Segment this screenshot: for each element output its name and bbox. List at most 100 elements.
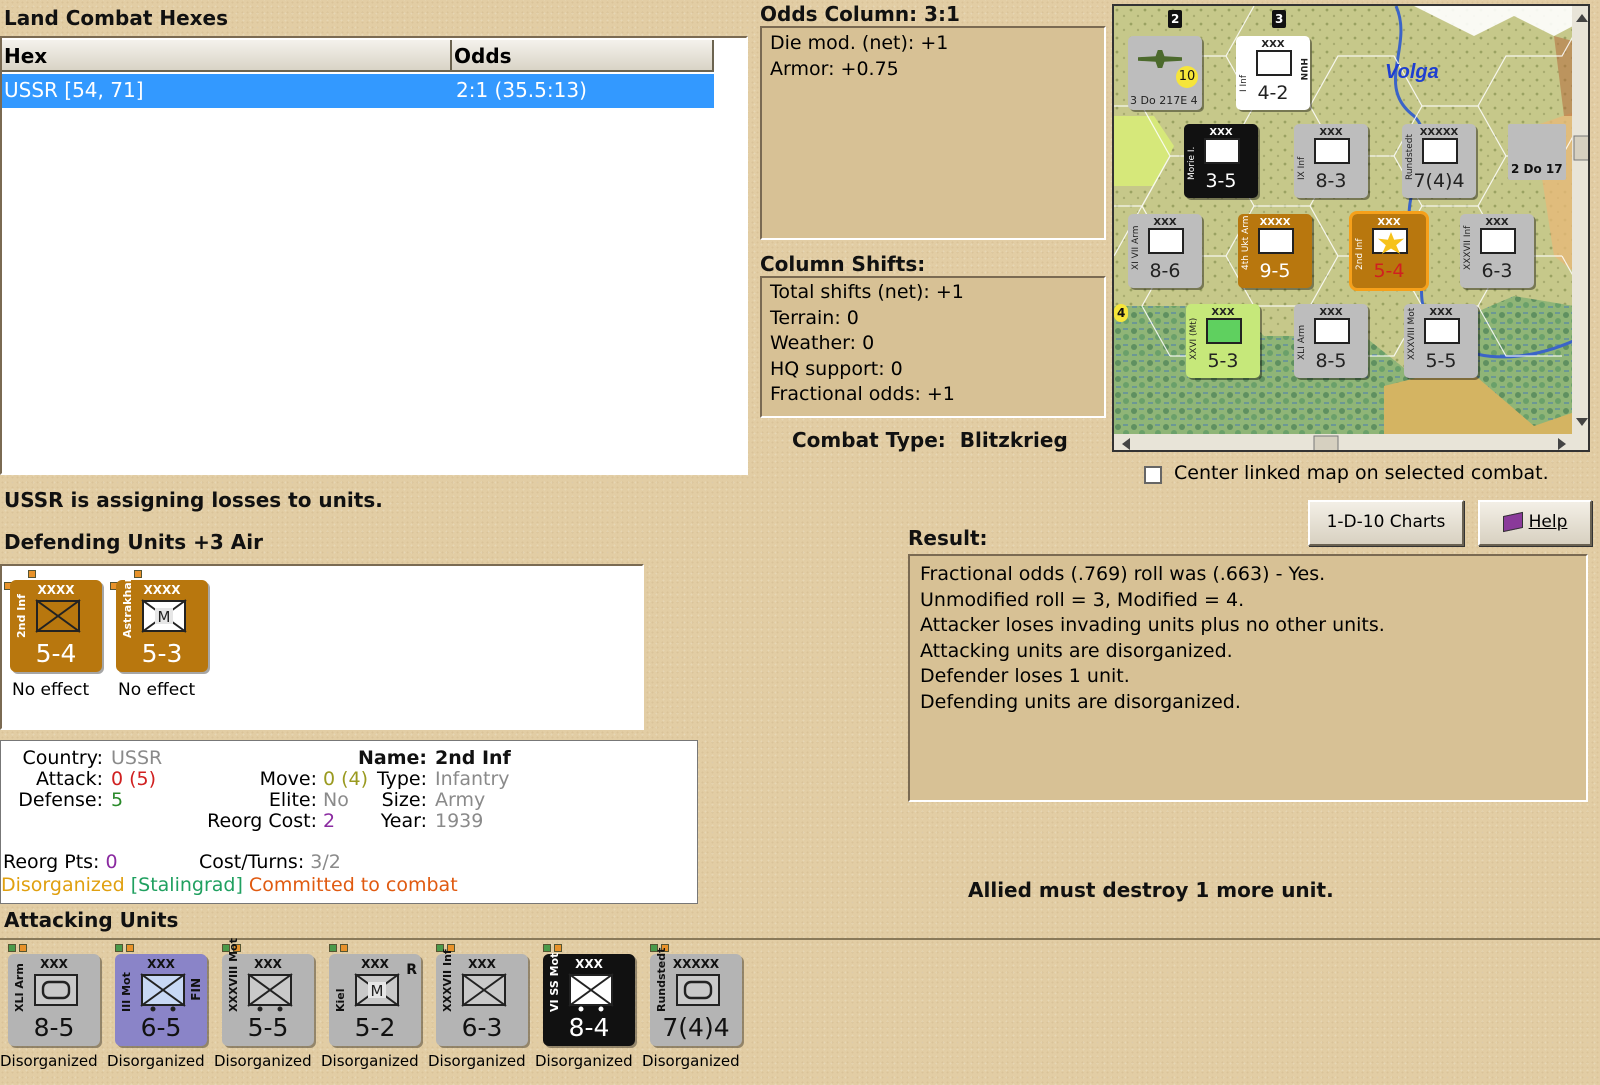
attacking-unit-counter[interactable]: XXX III Mot 6-5 FIN: [115, 954, 207, 1046]
map-unit-marker[interactable]: 2 Do 17: [1508, 124, 1566, 180]
help-button[interactable]: Help: [1478, 500, 1592, 546]
attack-label: Attack:: [35, 768, 103, 790]
map-unit-strength: 5-5: [1425, 350, 1457, 372]
map-unit-marker[interactable]: 3: [1272, 10, 1287, 28]
column-shifts-title: Column Shifts:: [760, 252, 926, 276]
map-unit-marker[interactable]: 4: [1114, 304, 1129, 322]
armor-icon: [676, 974, 720, 1006]
defending-unit-counter[interactable]: XXXX Astrakhan M 5-3: [116, 574, 208, 672]
attacking-unit-counter[interactable]: XXX Kiel M 5-2 R: [329, 954, 421, 1046]
unit-symbol-icon: [1148, 228, 1184, 254]
unit-details: Country: USSR Attack: 0 (5) Defense: 5 M…: [0, 740, 698, 904]
column-header-hex[interactable]: Hex: [2, 40, 452, 72]
motorized-icon: [568, 973, 614, 1012]
map-unit-counter[interactable]: XXX 2nd Inf 5-4: [1349, 211, 1429, 291]
map-unit-counter[interactable]: XXX XXXVIII Mot 5-5: [1404, 304, 1478, 378]
column-header-odds[interactable]: Odds: [452, 40, 714, 72]
center-map-checkbox[interactable]: [1144, 466, 1162, 484]
map-unit-size: XXX: [1209, 127, 1233, 138]
result-footer: Allied must destroy 1 more unit.: [968, 878, 1334, 902]
map-unit-counter[interactable]: XXX XXXVII Inf 6-3: [1460, 214, 1534, 288]
defending-unit-strength: 5-3: [141, 639, 183, 668]
map-unit-counter[interactable]: XXX XLI Arm 8-5: [1294, 304, 1368, 378]
status-location: [Stalingrad]: [130, 874, 243, 896]
year-value: 1939: [435, 810, 484, 832]
center-map-label[interactable]: Center linked map on selected combat.: [1174, 462, 1549, 484]
charts-button[interactable]: 1-D-10 Charts: [1308, 500, 1464, 546]
attacking-unit-counter[interactable]: XXX XXXVII Inf 6-3: [436, 949, 528, 1046]
map-unit-strength: 7(4)4: [1413, 170, 1465, 192]
elite-label: Elite:: [268, 789, 317, 811]
odds-line: Die mod. (net): +1: [770, 32, 949, 54]
help-button-label: Help: [1528, 512, 1568, 532]
elite-value: No: [323, 789, 349, 811]
map-unit-size: XXX: [1319, 307, 1343, 318]
unit-symbol-icon: [1258, 228, 1294, 254]
table-row[interactable]: USSR [54, 71] 2:1 (35.5:13): [2, 74, 714, 108]
hex-table[interactable]: Hex Odds USSR [54, 71] 2:1 (35.5:13): [0, 36, 748, 475]
svg-text:M: M: [158, 608, 171, 626]
map-unit-counter[interactable]: XXXXX Rundstedt 7(4)4: [1402, 124, 1476, 198]
reorg-cost-label: Reorg Cost:: [207, 810, 317, 832]
attacking-unit-side-label: FIN: [189, 978, 203, 1001]
reorg-pts-label: Reorg Pts:: [3, 851, 100, 873]
map-unit-strength: 4-2: [1257, 82, 1289, 104]
shift-line: HQ support: 0: [770, 357, 903, 380]
map-units[interactable]: 2 3 XXX I Inf 4-2 HUN 3 Do 217E 4 10 XXX Morie I.…: [1114, 6, 1588, 450]
attacking-unit-counter[interactable]: XXXXX Rundstedt 7(4)4: [650, 948, 742, 1046]
result-line: Defending units are disorganized.: [920, 690, 1241, 713]
odds-line: Armor: +0.75: [770, 58, 899, 80]
combat-type-label: Combat Type:: [792, 428, 946, 452]
defending-units-title: Defending Units +3 Air: [4, 530, 263, 554]
attacking-unit-strength: 6-5: [140, 1013, 182, 1042]
unit-marker: [329, 944, 337, 952]
attacking-unit-name: XXXVII Inf: [441, 949, 454, 1012]
type-label: Type:: [376, 768, 427, 790]
map-unit-strength: 5-4: [1373, 260, 1405, 282]
defending-unit-name: Astrakhan: [121, 574, 134, 638]
infantry-icon: [35, 599, 81, 633]
map-unit-counter[interactable]: XXX I Inf 4-2 HUN: [1236, 36, 1310, 110]
unit-symbol-icon: [1256, 50, 1292, 76]
combat-type-value: Blitzkrieg: [959, 428, 1068, 452]
map-unit-marker[interactable]: 2: [1168, 10, 1183, 28]
attacking-unit-counter[interactable]: XXX VI SS Mot 8-4: [543, 953, 635, 1046]
attacking-unit-size: XXX: [147, 957, 175, 971]
attacking-unit-name: Rundstedt: [655, 947, 668, 1012]
linked-map[interactable]: Volga 2 3 XXX I Inf 4-2 HUN 3 Do 217E 4 10 XXX Mo…: [1112, 4, 1590, 452]
attacking-unit-counter[interactable]: XXX XXXVIII Mot 5-5: [222, 938, 314, 1046]
odds-box: Die mod. (net): +1 Armor: +0.75: [760, 26, 1106, 240]
defending-unit-counter[interactable]: XXXX 2nd Inf 5-4: [10, 580, 102, 672]
combat-type: Combat Type: Blitzkrieg: [792, 428, 1068, 452]
map-unit-counter[interactable]: XXX IX Inf 8-3: [1294, 124, 1368, 198]
map-unit-counter[interactable]: XXX XI VII Arm 8-6: [1128, 214, 1202, 288]
map-unit-side: HUN: [1298, 58, 1308, 81]
attack-value: 0: [111, 768, 124, 790]
unit-symbol-icon: [1206, 318, 1242, 344]
map-unit-counter[interactable]: 3 Do 217E 4 10: [1128, 36, 1202, 110]
defending-unit-strength: 5-4: [35, 639, 77, 668]
aircraft-icon: [1138, 50, 1182, 68]
attacking-unit-status: Disorganized: [428, 1052, 526, 1070]
unit-marker: [115, 944, 123, 952]
column-shifts-box: Total shifts (net): +1 Terrain: 0 Weathe…: [760, 276, 1106, 418]
map-unit-counter[interactable]: XXX XXVI (Mt) 5-3: [1186, 304, 1260, 378]
unit-marker: [126, 944, 134, 952]
shift-line: Terrain: 0: [770, 306, 859, 329]
map-unit-counter[interactable]: XXX Morie I. 3-5: [1184, 124, 1258, 198]
map-unit-strength: 8-5: [1315, 350, 1347, 372]
defending-unit-list[interactable]: XXXX 2nd Inf 5-4 No effect XXXX Astrakhan M 5-3…: [2, 566, 642, 726]
mountain-icon: M: [141, 599, 187, 633]
map-unit-strength: 10: [1176, 66, 1198, 88]
shift-line: Total shifts (net): +1: [770, 281, 964, 303]
hex-cell: USSR [54, 71]: [4, 78, 144, 102]
defending-units-box[interactable]: XXXX 2nd Inf 5-4 No effect XXXX Astrakhan M 5-3…: [0, 564, 644, 730]
unit-marker: [28, 570, 36, 578]
attacking-unit-list[interactable]: XXX XLI Arm 8-5 Disorganized XXX III Mot 6-5 FI…: [0, 938, 760, 1082]
defending-unit-name: 2nd Inf: [15, 594, 28, 638]
attacking-unit-status: Disorganized: [107, 1052, 205, 1070]
map-unit-size: XXX: [1377, 217, 1401, 228]
map-unit-counter[interactable]: XXXX 4th Ukt Arm 9-5: [1238, 214, 1312, 288]
attacking-unit-counter[interactable]: XXX XLI Arm 8-5: [8, 954, 100, 1046]
result-line: Unmodified roll = 3, Modified = 4.: [920, 588, 1245, 611]
